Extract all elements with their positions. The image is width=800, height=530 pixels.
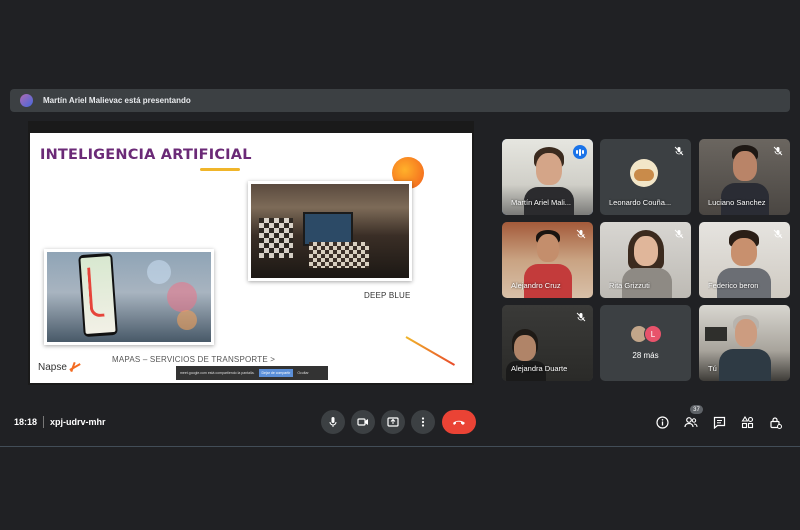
more-options-icon: [421, 417, 425, 427]
speaking-indicator-icon: [573, 145, 587, 159]
stop-sharing-button[interactable]: Dejar de compartir: [258, 369, 294, 377]
participant-tile[interactable]: Rita Grizzuti: [600, 222, 691, 298]
more-options-button[interactable]: [411, 410, 435, 434]
deep-blue-caption: DEEP BLUE: [364, 291, 411, 300]
chess-board-image: [259, 218, 293, 258]
map-phone-photo: [44, 249, 214, 345]
presenting-text: Martín Ariel Malievac está presentando: [43, 96, 191, 105]
present-button[interactable]: [381, 410, 405, 434]
mic-off-icon: [575, 228, 587, 240]
participant-tile[interactable]: Federico beron: [699, 222, 790, 298]
napse-logo: Napse: [38, 361, 81, 373]
decorative-line: [405, 336, 455, 366]
self-view-tile[interactable]: Tú: [699, 305, 790, 381]
participant-name: Rita Grizzuti: [609, 281, 650, 290]
participant-name: Federico beron: [708, 281, 759, 290]
participant-name: Leonardo Couña...: [609, 198, 672, 207]
activities-button[interactable]: [739, 414, 755, 430]
present-screen-icon: [387, 417, 399, 427]
participant-name: Alejandro Cruz: [511, 281, 561, 290]
participant-avatar: L: [644, 325, 662, 343]
participant-tile[interactable]: Luciano Sanchez: [699, 139, 790, 215]
people-icon: [684, 416, 698, 427]
presenter-avatar: [20, 94, 33, 107]
participant-avatar: [630, 159, 658, 187]
title-underline: [200, 168, 240, 171]
shared-screen[interactable]: INTELIGENCIA ARTIFICIAL DEEP BLUE MAPAS …: [28, 121, 474, 385]
napse-logo-text: Napse: [38, 361, 67, 373]
microphone-icon: [329, 417, 337, 427]
phone-image: [78, 252, 118, 338]
more-participants-count: 28 más: [632, 351, 659, 360]
participant-name: Alejandra Duarte: [511, 364, 568, 373]
end-call-button[interactable]: [442, 410, 476, 434]
chat-icon: [713, 416, 725, 429]
presenting-banner: Martín Ariel Malievac está presentando: [10, 89, 790, 112]
camera-button[interactable]: [351, 410, 375, 434]
mic-off-icon: [575, 311, 587, 323]
meeting-time: 18:18: [14, 417, 38, 427]
chat-button[interactable]: [711, 414, 727, 430]
slide-title: INTELIGENCIA ARTIFICIAL: [40, 147, 252, 163]
mic-off-icon: [772, 145, 784, 157]
people-button[interactable]: [683, 414, 699, 430]
meeting-code: xpj-udrv-mhr: [50, 417, 106, 427]
people-count-badge: 37: [690, 405, 703, 414]
mic-off-icon: [673, 228, 685, 240]
participant-tile[interactable]: Martín Ariel Mali...: [502, 139, 593, 215]
activities-icon: [741, 415, 753, 428]
deep-blue-photo: [248, 181, 412, 281]
presentation-slide: INTELIGENCIA ARTIFICIAL DEEP BLUE MAPAS …: [30, 133, 472, 383]
participant-tile[interactable]: Alejandra Duarte: [502, 305, 593, 381]
participant-name: Martín Ariel Mali...: [511, 198, 572, 207]
divider: [0, 446, 800, 447]
chess-board-image: [309, 242, 369, 268]
monitor-image: [303, 212, 353, 246]
share-notice-text: meet.google.com está compartiendo la pan…: [180, 371, 255, 375]
mic-off-icon: [673, 145, 685, 157]
mic-button[interactable]: [321, 410, 345, 434]
participant-tile[interactable]: Leonardo Couña...: [600, 139, 691, 215]
end-call-icon: [453, 420, 465, 425]
screen-share-notice: meet.google.com está compartiendo la pan…: [176, 366, 328, 380]
hide-notice-button[interactable]: Ocultar: [297, 371, 308, 375]
meeting-info-button[interactable]: [654, 414, 670, 430]
meeting-details: 18:18 xpj-udrv-mhr: [14, 416, 106, 428]
camera-icon: [357, 418, 368, 426]
more-participants-tile[interactable]: L 28 más: [600, 305, 691, 381]
participant-name: Luciano Sanchez: [708, 198, 766, 207]
participant-name: Tú: [708, 364, 717, 373]
host-controls-icon: [769, 416, 782, 429]
napse-mark-icon: [69, 361, 81, 373]
participant-tile[interactable]: Alejandro Cruz: [502, 222, 593, 298]
divider: [43, 416, 45, 428]
info-icon: [655, 415, 669, 429]
host-controls-button[interactable]: [767, 414, 783, 430]
mic-off-icon: [772, 228, 784, 240]
more-participants-avatars: L: [630, 325, 662, 343]
map-caption: MAPAS – SERVICIOS DE TRANSPORTE >: [112, 355, 276, 364]
